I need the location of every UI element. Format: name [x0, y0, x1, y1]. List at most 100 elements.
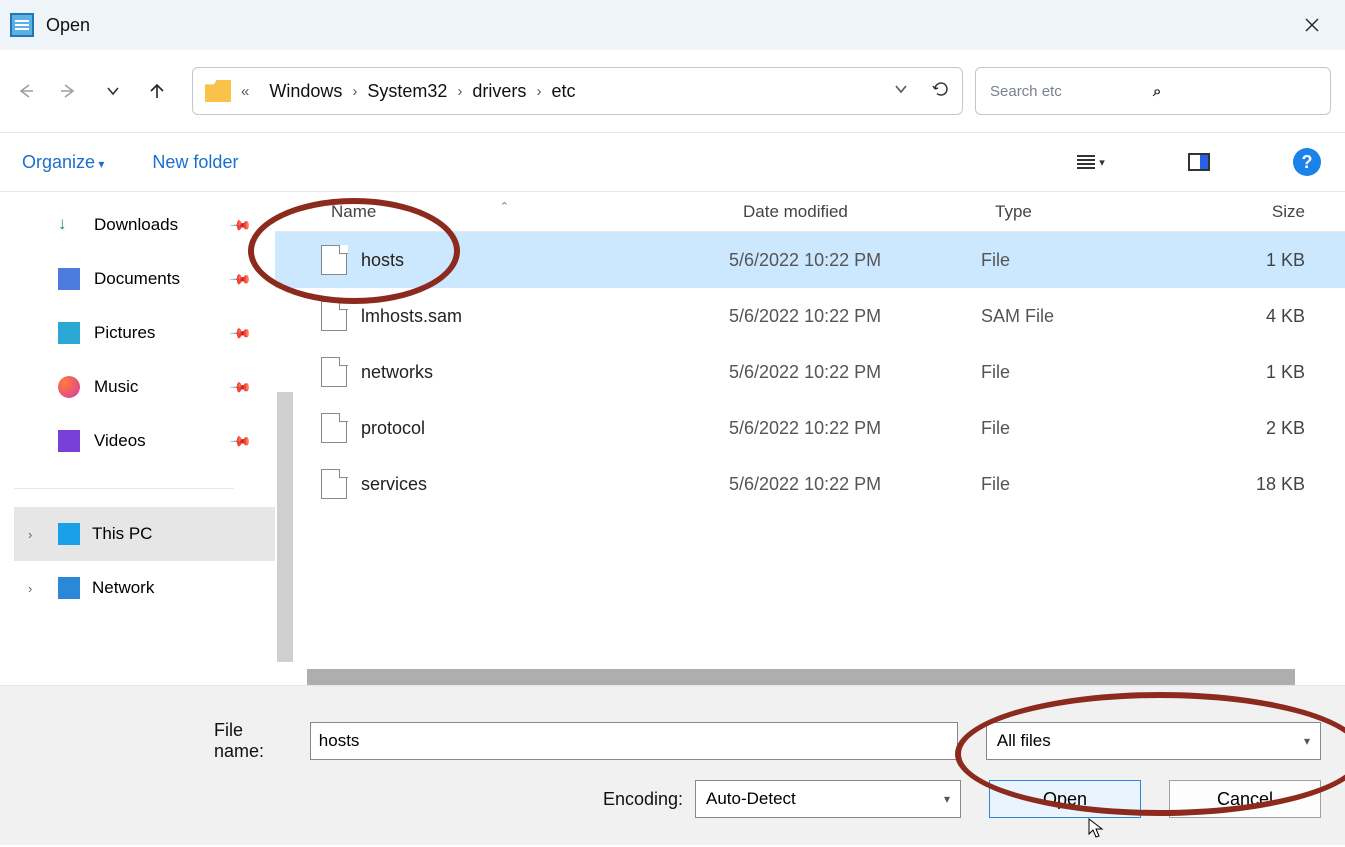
recent-dropdown[interactable] — [102, 80, 124, 102]
file-icon — [321, 245, 347, 275]
file-name: services — [361, 474, 427, 495]
document-icon — [58, 268, 80, 290]
view-menu[interactable]: ▾ — [1075, 155, 1107, 169]
search-icon: ⌕ — [1153, 83, 1316, 100]
encoding-label: Encoding: — [603, 789, 683, 810]
file-type: File — [981, 362, 1189, 383]
refresh-icon — [932, 80, 950, 98]
nav-row: « Windows › System32 › drivers › etc Sea… — [0, 50, 1345, 132]
address-bar[interactable]: « Windows › System32 › drivers › etc — [192, 67, 963, 115]
pin-icon: 📌 — [228, 375, 252, 399]
file-name: hosts — [361, 250, 404, 271]
up-button[interactable] — [146, 80, 168, 102]
sidebar-item-label: Network — [92, 578, 154, 598]
column-headers: Name⌃ Date modified Type Size — [275, 192, 1345, 232]
help-button[interactable]: ? — [1291, 148, 1323, 176]
file-size: 4 KB — [1189, 306, 1317, 327]
chevron-down-icon — [894, 82, 908, 96]
organize-menu[interactable]: Organize — [22, 152, 104, 173]
sidebar-item-pictures[interactable]: Pictures📌 — [54, 306, 275, 360]
sort-indicator-icon: ⌃ — [500, 200, 509, 213]
file-type: File — [981, 418, 1189, 439]
sidebar-item-downloads[interactable]: ↓ Downloads 📌 — [54, 198, 275, 252]
videos-icon — [58, 430, 80, 452]
file-date: 5/6/2022 10:22 PM — [729, 250, 981, 271]
download-icon: ↓ — [58, 214, 80, 236]
forward-button[interactable] — [58, 80, 80, 102]
file-size: 1 KB — [1189, 250, 1317, 271]
music-icon — [58, 376, 80, 398]
address-history-dropdown[interactable] — [894, 82, 908, 100]
chevron-right-icon: › — [28, 527, 46, 542]
cancel-button[interactable]: Cancel — [1169, 780, 1321, 818]
file-row[interactable]: services5/6/2022 10:22 PMFile18 KB — [275, 456, 1345, 512]
back-button[interactable] — [14, 80, 36, 102]
sidebar-item-music[interactable]: Music 📌 — [54, 360, 275, 414]
breadcrumb-ellipsis[interactable]: « — [241, 83, 249, 100]
network-icon — [58, 577, 80, 599]
sidebar-item-label: Documents — [94, 269, 180, 289]
new-folder-button[interactable]: New folder — [152, 152, 238, 173]
file-size: 2 KB — [1189, 418, 1317, 439]
file-icon — [321, 469, 347, 499]
search-input[interactable]: Search etc ⌕ — [975, 67, 1331, 115]
title-bar: Open — [0, 0, 1345, 50]
sidebar-item-label: This PC — [92, 524, 152, 544]
arrow-right-icon — [59, 81, 79, 101]
chevron-right-icon: › — [28, 581, 46, 596]
file-date: 5/6/2022 10:22 PM — [729, 362, 981, 383]
horizontal-scrollbar[interactable] — [307, 669, 1295, 685]
sidebar-item-label: Videos — [94, 431, 146, 451]
window-title: Open — [46, 15, 90, 36]
preview-pane-button[interactable] — [1183, 153, 1215, 171]
sidebar: ↓Downloads📌 Documents📌 Pictures📌 Music📌 … — [0, 192, 275, 685]
filter-label: All files — [997, 731, 1304, 751]
sidebar-divider — [14, 488, 234, 489]
pictures-icon — [58, 322, 80, 344]
file-list: Name⌃ Date modified Type Size hosts 5/6/2… — [275, 192, 1345, 685]
sidebar-item-label: Music — [94, 377, 138, 397]
column-header-type[interactable]: Type — [981, 202, 1189, 222]
filename-label: File name: — [214, 720, 298, 762]
filename-input[interactable] — [310, 722, 958, 760]
file-name: networks — [361, 362, 433, 383]
breadcrumb-item[interactable]: Windows — [259, 81, 352, 102]
file-type-filter[interactable]: All files ▾ — [986, 722, 1321, 760]
breadcrumb-item[interactable]: System32 — [357, 81, 457, 102]
file-row[interactable]: hosts 5/6/2022 10:22 PMFile1 KB — [275, 232, 1345, 288]
file-date: 5/6/2022 10:22 PM — [729, 474, 981, 495]
pin-icon: 📌 — [228, 429, 252, 453]
folder-icon — [205, 80, 231, 102]
encoding-value: Auto-Detect — [706, 789, 944, 809]
file-date: 5/6/2022 10:22 PM — [729, 418, 981, 439]
arrow-up-icon — [147, 81, 167, 101]
pin-icon: 📌 — [228, 213, 252, 237]
sidebar-item-this-pc[interactable]: › This PC — [14, 507, 275, 561]
column-header-date[interactable]: Date modified — [729, 202, 981, 222]
breadcrumb-item[interactable]: drivers — [462, 81, 536, 102]
file-row[interactable]: lmhosts.sam5/6/2022 10:22 PMSAM File4 KB — [275, 288, 1345, 344]
sidebar-item-documents[interactable]: Documents 📌 — [54, 252, 275, 306]
column-header-size[interactable]: Size — [1189, 202, 1317, 222]
file-row[interactable]: networks5/6/2022 10:22 PMFile1 KB — [275, 344, 1345, 400]
breadcrumb-item[interactable]: etc — [541, 81, 585, 102]
arrow-left-icon — [15, 81, 35, 101]
encoding-select[interactable]: Auto-Detect ▾ — [695, 780, 961, 818]
close-button[interactable] — [1289, 5, 1335, 45]
close-icon — [1305, 18, 1319, 32]
file-row[interactable]: protocol5/6/2022 10:22 PMFile2 KB — [275, 400, 1345, 456]
open-button[interactable]: Open — [989, 780, 1141, 818]
footer-panel: File name: ▾ All files ▾ Encoding: Auto-… — [0, 685, 1345, 845]
sidebar-item-label: Pictures — [94, 323, 155, 343]
refresh-button[interactable] — [932, 80, 950, 102]
sidebar-item-label: Downloads — [94, 215, 178, 235]
file-type: File — [981, 474, 1189, 495]
file-date: 5/6/2022 10:22 PM — [729, 306, 981, 327]
pin-icon: 📌 — [228, 267, 252, 291]
preview-pane-icon — [1188, 153, 1210, 171]
sidebar-item-videos[interactable]: Videos 📌 — [54, 414, 275, 468]
sidebar-item-network[interactable]: › Network — [14, 561, 275, 615]
file-type: File — [981, 250, 1189, 271]
file-icon — [321, 413, 347, 443]
column-header-name[interactable]: Name⌃ — [275, 202, 729, 222]
